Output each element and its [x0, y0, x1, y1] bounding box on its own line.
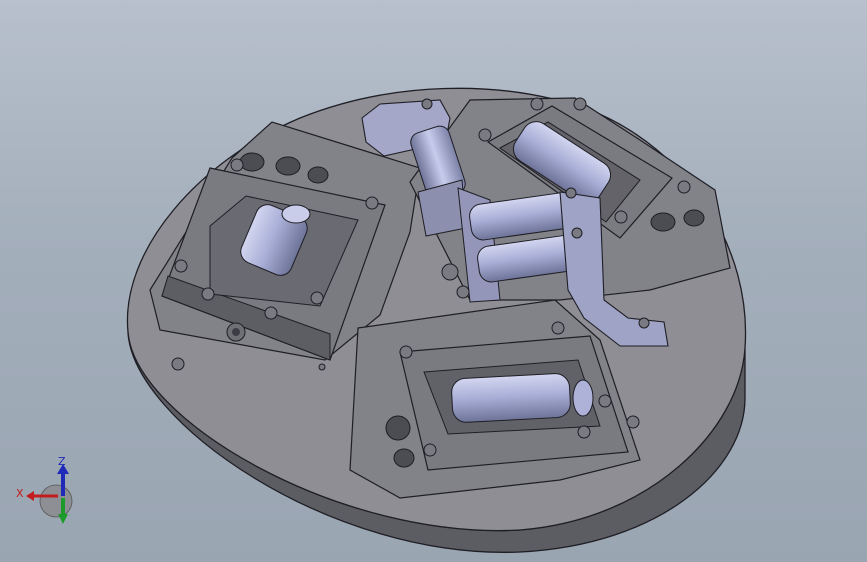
x-axis-label: X: [16, 487, 24, 500]
fixture-assembly-model[interactable]: [0, 0, 867, 562]
cad-viewport[interactable]: Z X: [0, 0, 867, 562]
hole: [307, 166, 329, 184]
hole: [275, 156, 301, 176]
hole: [650, 212, 676, 232]
y-axis-arrow: [58, 514, 68, 524]
hole: [239, 152, 265, 172]
hole: [393, 448, 415, 468]
triad-origin-sphere: [39, 484, 73, 518]
z-axis-label: Z: [58, 455, 66, 468]
hole: [683, 209, 705, 227]
coordinate-triad: Z X: [16, 455, 73, 524]
x-axis-arrow: [26, 491, 34, 501]
cylinder: [451, 373, 571, 423]
hole: [385, 415, 411, 441]
